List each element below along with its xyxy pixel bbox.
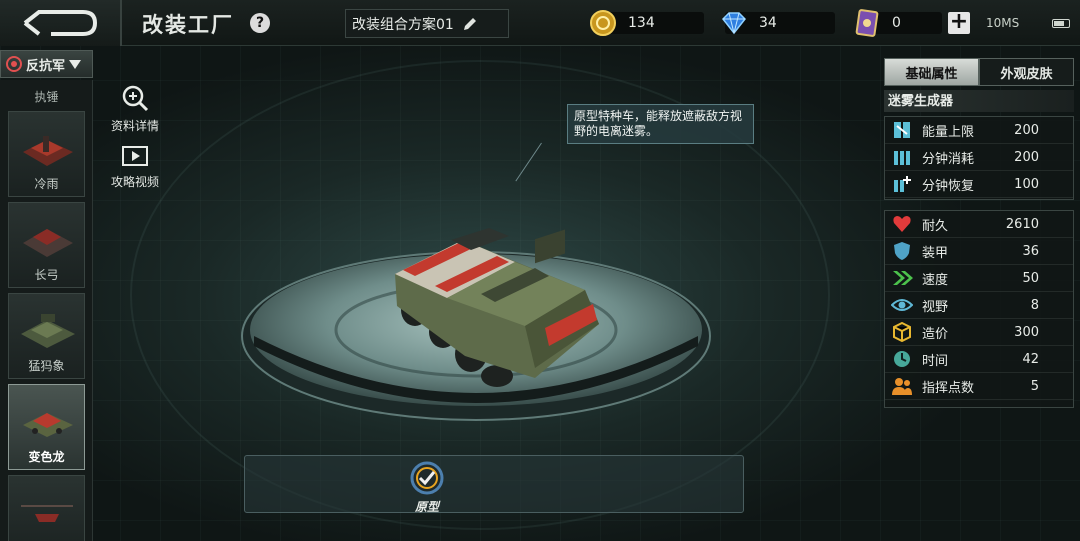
help-icon[interactable]: ? [250,13,270,33]
details-label: 资料详情 [111,119,160,133]
tab-skins[interactable]: 外观皮肤 [979,58,1074,86]
energy-cap-icon [890,120,914,140]
clock-icon [890,349,914,369]
unit-card-label: 长弓 [34,268,59,282]
diamond-icon [721,12,747,35]
stat-value: 100 [1014,176,1039,192]
magnifier-plus-icon [122,85,149,112]
stat-value: 36 [1022,243,1039,259]
energy-consume-icon [890,147,914,167]
prototype-check-icon [410,461,444,495]
speed-icon [890,268,914,288]
shield-icon [890,241,914,261]
add-currency-button[interactable]: + [948,11,970,34]
stat-label: 能量上限 [922,124,975,140]
stat-value: 5 [1030,378,1039,394]
chevron-down-icon [69,60,82,69]
stat-row: 分钟消耗 200 [885,144,1073,171]
variant-label: 原型 [414,500,439,514]
stat-row: 分钟恢复 100 [885,171,1073,198]
helicopter-thumb-icon [21,505,73,522]
unit-card-label: 变色龙 [28,450,65,464]
faction-emblem-icon [6,56,22,72]
cost-icon [890,322,914,342]
eye-icon [890,295,914,315]
stat-row: 能量上限 200 [885,117,1073,144]
stat-row: 造价 300 [885,319,1073,346]
battery-icon [1052,19,1070,28]
stat-label: 时间 [922,353,949,369]
card-icon [855,9,879,37]
unit-card-changgong[interactable]: 长弓 [8,202,85,288]
stat-row: 指挥点数 5 [885,373,1073,400]
video-label: 攻略视频 [111,175,160,189]
stat-label: 视野 [922,299,949,315]
faction-label: 反抗军 [26,58,66,74]
back-button[interactable] [0,0,122,46]
heart-icon [890,214,914,234]
stat-value: 42 [1022,351,1039,367]
energy-recover-icon [890,174,914,194]
tank-thumb-icon [23,413,73,437]
video-button[interactable]: 攻略视频 [111,145,159,190]
unit-card-label: 冷雨 [34,177,59,191]
stat-value: 200 [1014,122,1039,138]
play-video-icon [122,146,148,166]
stat-label: 装甲 [922,245,949,261]
unit-stats: 耐久 2610 装甲 36 速度 50 视野 8 造价 300 时间 42 指挥… [884,210,1074,408]
plan-name: 改装组合方案01 [352,16,454,33]
diamond-value: 34 [759,15,777,31]
stat-value: 8 [1030,297,1039,313]
details-button[interactable]: 资料详情 [111,83,159,134]
gold-value: 134 [628,15,655,31]
unit-card-label: 猛犸象 [28,359,65,373]
stat-row: 耐久 2610 [885,211,1073,238]
stat-row: 装甲 36 [885,238,1073,265]
card-counter: 0 [855,9,942,37]
unit-card-lengyu[interactable]: 冷雨 [8,111,85,197]
tank-thumb-icon [23,136,73,166]
faction-dropdown[interactable]: 反抗军 [0,50,93,78]
stat-row: 视野 8 [885,292,1073,319]
unit-card-bianselong[interactable]: 变色龙 [8,384,85,470]
stat-value: 50 [1022,270,1039,286]
unit-description-tooltip: 原型特种车，能释放遮蔽敌方视野的电离迷雾。 [567,104,754,144]
command-icon [890,376,914,396]
plan-selector[interactable]: 改装组合方案01 [345,9,509,38]
unit-card-helicopter[interactable] [8,475,85,541]
panel-tabs: 基础属性 外观皮肤 [884,58,1074,86]
stat-label: 造价 [922,326,949,342]
network-latency: 10MS [986,16,1020,30]
tab-base-attributes[interactable]: 基础属性 [884,58,979,86]
diamond-counter: 34 [721,12,835,35]
stat-label: 指挥点数 [922,380,975,396]
top-bar: 改装工厂 ? 改装组合方案01 134 34 0 + 10MS [0,0,1080,46]
stat-row: 时间 42 [885,346,1073,373]
tank-thumb-icon [21,314,75,348]
page-title: 改装工厂 [142,13,234,37]
stat-value: 200 [1014,149,1039,165]
variant-selector: 原型 [244,455,744,515]
stat-label: 耐久 [922,218,949,234]
stat-label: 分钟恢复 [922,178,975,194]
vehicle-model [395,228,599,387]
card-value: 0 [892,15,901,31]
stat-label: 分钟消耗 [922,151,975,167]
stat-label: 速度 [922,272,949,288]
unit-card-mengmaxiang[interactable]: 猛犸象 [8,293,85,379]
stat-value: 300 [1014,324,1039,340]
energy-stats: 能量上限 200 分钟消耗 200 分钟恢复 100 [884,116,1074,200]
gold-coin-icon [590,10,616,36]
edit-icon[interactable] [462,16,478,32]
tank-thumb-icon [23,229,73,257]
gold-counter: 134 [590,10,704,36]
variant-prototype[interactable]: 原型 [405,460,449,515]
back-icon [23,10,98,36]
ability-title: 迷雾生成器 [884,90,1074,112]
unit-name-partial: 执锤 [34,90,59,104]
unit-list[interactable]: 执锤 冷雨 长弓 猛犸象 变色龙 [0,80,93,541]
stat-row: 速度 50 [885,265,1073,292]
stat-value: 2610 [1005,216,1039,232]
